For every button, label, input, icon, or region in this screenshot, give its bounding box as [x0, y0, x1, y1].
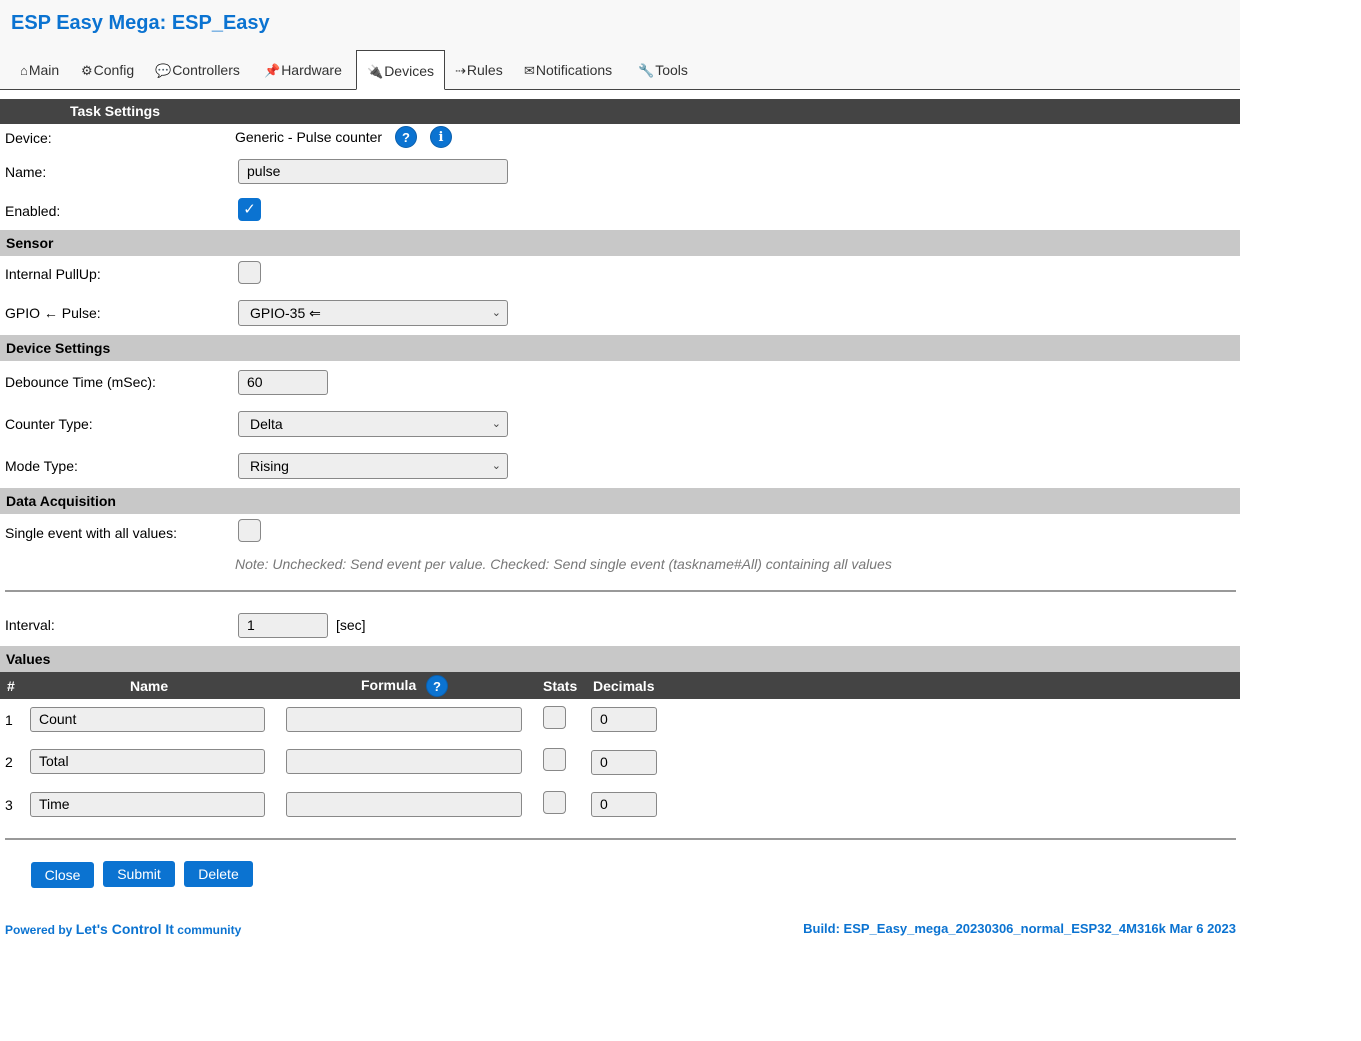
tab-notifications[interactable]: ✉Notifications [524, 50, 612, 90]
wrench-icon: 🔧 [638, 63, 655, 78]
stats-checkbox[interactable] [543, 748, 566, 771]
value-name-input[interactable]: Total [30, 749, 265, 774]
header: ESP Easy Mega: ESP_Easy ⌂Main ⚙Config 💬C… [0, 0, 1240, 90]
row-num: 1 [5, 712, 13, 728]
stats-checkbox[interactable] [543, 791, 566, 814]
decimals-input[interactable]: 0 [591, 750, 657, 775]
gear-icon: ⚙ [81, 63, 93, 78]
tab-rules[interactable]: ⇢Rules [455, 50, 503, 90]
single-event-note: Note: Unchecked: Send event per value. C… [235, 556, 892, 572]
counter-type-label: Counter Type: [5, 416, 93, 432]
formula-help-icon[interactable]: ? [426, 675, 448, 697]
device-label: Device: [5, 130, 52, 146]
plug-icon: 🔌 [367, 64, 384, 79]
gpio-label: GPIO ← Pulse: [5, 305, 101, 321]
tab-label: Hardware [281, 62, 342, 78]
mode-type-select[interactable]: Rising ⌄ [238, 453, 508, 479]
close-button[interactable]: Close [31, 862, 94, 888]
sensor-header: Sensor [0, 230, 1240, 256]
chevron-down-icon: ⌄ [491, 460, 501, 472]
home-icon: ⌂ [20, 63, 28, 78]
interval-unit: [sec] [336, 617, 366, 633]
interval-label: Interval: [5, 617, 55, 633]
divider [5, 838, 1236, 840]
values-table-header: # Name Formula Stats Decimals [0, 672, 1240, 699]
decimals-input[interactable]: 0 [591, 792, 657, 817]
powered-by: Powered by Let's Control It community [5, 921, 241, 937]
enabled-label: Enabled: [5, 203, 61, 219]
col-name: Name [130, 678, 169, 694]
tab-label: Tools [655, 62, 688, 78]
delete-button[interactable]: Delete [184, 861, 253, 887]
name-label: Name: [5, 164, 47, 180]
gpio-select-value: GPIO-35 ⇐ [250, 305, 321, 321]
device-value: Generic - Pulse counter [235, 129, 383, 145]
col-formula: Formula [361, 677, 417, 693]
tab-devices[interactable]: 🔌Devices [356, 50, 445, 90]
counter-type-select[interactable]: Delta ⌄ [238, 411, 508, 437]
decimals-input[interactable]: 0 [591, 707, 657, 732]
powered-prefix: Powered by [5, 923, 73, 937]
comment-icon: 💬 [155, 63, 172, 78]
powered-suffix: community [177, 923, 242, 937]
mode-type-label: Mode Type: [5, 458, 78, 474]
device-settings-header: Device Settings [0, 335, 1240, 361]
interval-input[interactable]: 1 [238, 613, 328, 638]
chevron-down-icon: ⌄ [491, 307, 501, 319]
tab-main[interactable]: ⌂Main [20, 50, 59, 90]
tab-label: Notifications [535, 62, 613, 78]
name-input[interactable]: pulse [238, 159, 508, 184]
submit-button[interactable]: Submit [103, 861, 175, 887]
tab-hardware[interactable]: 📌Hardware [264, 50, 342, 90]
formula-input[interactable] [286, 707, 522, 732]
tab-label: Main [28, 62, 60, 78]
pullup-label: Internal PullUp: [5, 266, 101, 282]
tab-bar: ⌂Main ⚙Config 💬Controllers 📌Hardware 🔌De… [0, 50, 1240, 90]
task-settings-header: Task Settings [0, 99, 1240, 124]
app-title: ESP Easy Mega: ESP_Easy [11, 12, 270, 34]
col-stats: Stats [543, 678, 578, 694]
pin-icon: 📌 [264, 63, 281, 78]
tab-label: Controllers [172, 62, 240, 78]
formula-input[interactable] [286, 749, 522, 774]
counter-type-value: Delta [250, 416, 283, 432]
tab-label: Rules [466, 62, 503, 78]
tab-label: Devices [384, 63, 434, 79]
value-name-input[interactable]: Time [30, 792, 265, 817]
lets-control-it-link[interactable]: Let's Control It [76, 921, 174, 937]
values-header: Values [0, 646, 1240, 672]
tab-label: Config [93, 62, 135, 78]
debounce-label: Debounce Time (mSec): [5, 374, 156, 390]
tab-tools[interactable]: 🔧Tools [638, 50, 688, 90]
tab-config[interactable]: ⚙Config [81, 50, 134, 90]
tab-controllers[interactable]: 💬Controllers [155, 50, 240, 90]
col-decimals: Decimals [593, 678, 655, 694]
enabled-checkbox[interactable]: ✓ [238, 198, 261, 221]
single-event-checkbox[interactable] [238, 519, 261, 542]
col-num: # [7, 678, 15, 694]
single-event-label: Single event with all values: [5, 525, 177, 541]
gpio-select[interactable]: GPIO-35 ⇐ ⌄ [238, 300, 508, 326]
stats-checkbox[interactable] [543, 706, 566, 729]
data-acquisition-header: Data Acquisition [0, 488, 1240, 514]
chevron-down-icon: ⌄ [491, 418, 501, 430]
envelope-icon: ✉ [524, 63, 535, 78]
row-num: 2 [5, 754, 13, 770]
build-info: Build: ESP_Easy_mega_20230306_normal_ESP… [803, 921, 1236, 936]
pullup-checkbox[interactable] [238, 261, 261, 284]
help-icon[interactable]: ? [395, 126, 417, 148]
row-num: 3 [5, 797, 13, 813]
info-icon[interactable]: i [430, 126, 452, 148]
value-name-input[interactable]: Count [30, 707, 265, 732]
arrow-right-icon: ⇢ [455, 63, 466, 78]
divider [5, 590, 1236, 592]
formula-input[interactable] [286, 792, 522, 817]
mode-type-value: Rising [250, 458, 289, 474]
debounce-input[interactable]: 60 [238, 370, 328, 395]
